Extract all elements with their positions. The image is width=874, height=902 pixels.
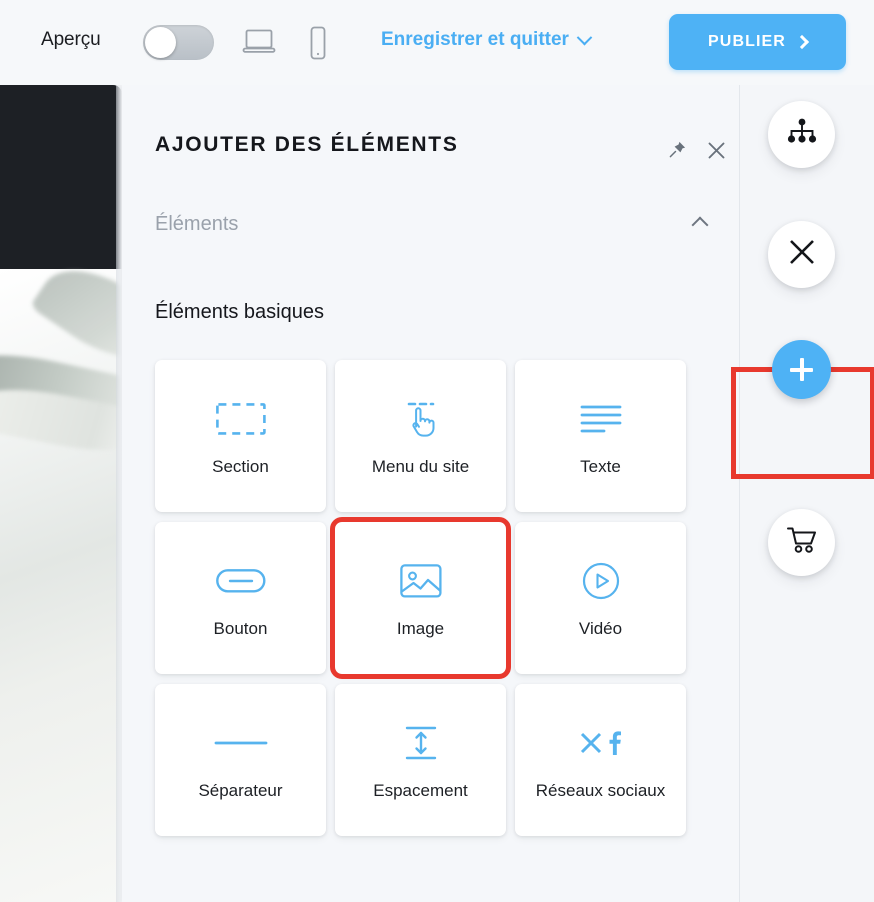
mobile-icon[interactable] [307, 26, 329, 65]
chevron-up-icon [691, 216, 709, 233]
publish-button[interactable]: PUBLIER [669, 14, 846, 70]
elements-section-label: Éléments [155, 213, 239, 235]
tile-label: Réseaux sociaux [535, 781, 666, 801]
site-editor: Aperçu Enregistrer et quitter PUBLIER AJ… [0, 0, 874, 902]
canvas-dark-header [0, 85, 122, 269]
tile-video[interactable]: Vidéo [515, 522, 686, 674]
desktop-icon[interactable] [242, 26, 276, 63]
site-canvas-preview[interactable] [0, 85, 122, 902]
add-element-button[interactable] [772, 340, 831, 399]
pointing-hand-icon [398, 391, 444, 447]
tile-section[interactable]: Section [155, 360, 326, 512]
close-icon[interactable] [707, 141, 726, 165]
tile-label: Image [396, 619, 445, 639]
tile-reseaux-sociaux[interactable]: Réseaux sociaux [515, 684, 686, 836]
preview-toggle[interactable] [143, 25, 214, 60]
text-lines-icon [580, 391, 622, 447]
horizontal-line-icon [214, 715, 268, 771]
elements-grid: Section Menu du site Texte Bouton Image … [155, 360, 706, 836]
play-circle-icon [582, 553, 620, 609]
elements-section-header[interactable]: Éléments [155, 213, 712, 236]
tile-separateur[interactable]: Séparateur [155, 684, 326, 836]
pin-icon[interactable] [667, 140, 687, 165]
chevron-down-icon [576, 29, 593, 45]
tile-label: Menu du site [371, 457, 470, 477]
canvas-photo [0, 248, 122, 902]
sitemap-button[interactable] [768, 101, 835, 168]
shopping-cart-icon [786, 525, 818, 560]
tile-label: Espacement [373, 781, 468, 801]
panel-title: AJOUTER DES ÉLÉMENTS [155, 133, 459, 156]
save-and-exit-label: Enregistrer et quitter [381, 29, 569, 50]
publish-label: PUBLIER [708, 33, 786, 50]
close-x-icon [787, 237, 817, 272]
tile-label: Bouton [213, 619, 268, 639]
tile-label: Vidéo [578, 619, 623, 639]
add-elements-panel: AJOUTER DES ÉLÉMENTS Éléments Éléments b… [122, 85, 739, 902]
tile-menu-du-site[interactable]: Menu du site [335, 360, 506, 512]
button-pill-icon [215, 553, 266, 609]
plus-icon-vertical [799, 358, 804, 381]
tile-bouton[interactable]: Bouton [155, 522, 326, 674]
preview-toggle-knob [145, 27, 176, 58]
tile-label: Séparateur [198, 781, 283, 801]
tile-espacement[interactable]: Espacement [335, 684, 506, 836]
top-toolbar: Aperçu Enregistrer et quitter PUBLIER [0, 0, 874, 85]
sitemap-icon [786, 118, 818, 151]
tile-label: Texte [580, 457, 621, 477]
chevron-right-icon [794, 34, 810, 50]
tile-label: Section [212, 457, 269, 477]
vertical-arrows-icon [402, 715, 440, 771]
right-rail [731, 85, 874, 902]
picture-icon [399, 553, 442, 609]
social-x-facebook-icon [579, 715, 622, 771]
close-editor-button[interactable] [768, 221, 835, 288]
dashed-rectangle-icon [215, 391, 266, 447]
tile-image[interactable]: Image [330, 517, 511, 679]
preview-label: Aperçu [41, 29, 101, 50]
tile-texte[interactable]: Texte [515, 360, 686, 512]
save-and-exit-button[interactable]: Enregistrer et quitter [381, 29, 593, 51]
group-title: Éléments basiques [155, 301, 324, 323]
store-button[interactable] [768, 509, 835, 576]
